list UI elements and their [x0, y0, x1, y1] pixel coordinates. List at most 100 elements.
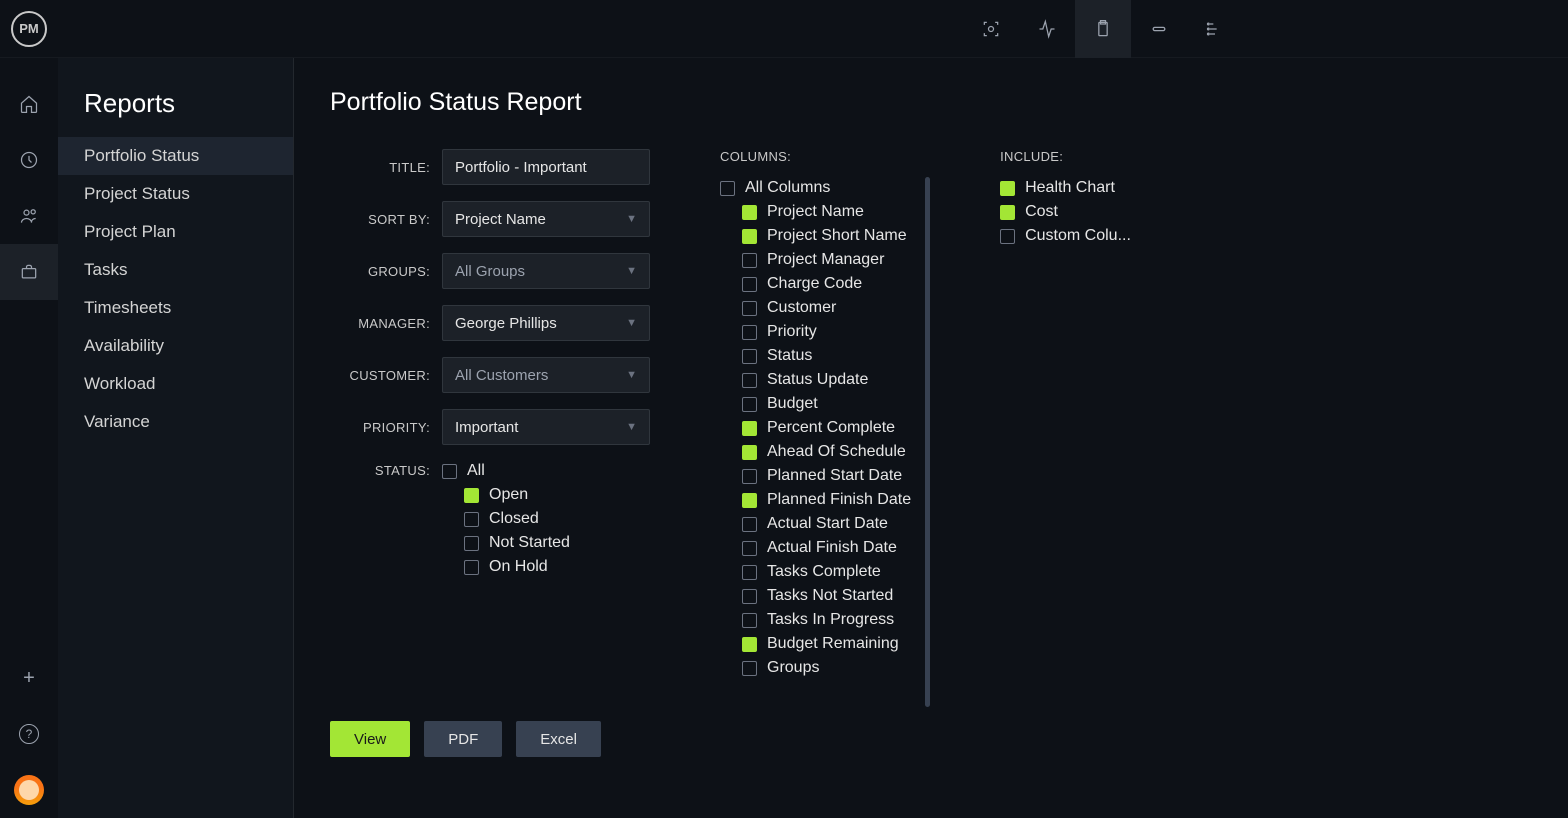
excel-button[interactable]: Excel [516, 721, 601, 757]
checkbox-icon [742, 613, 757, 628]
content: Portfolio Status Report TITLE: Portfolio… [294, 58, 1568, 818]
check-label: Planned Start Date [767, 467, 902, 485]
status-option-on-hold[interactable]: On Hold [464, 557, 650, 577]
include-option-custom-colu-[interactable]: Custom Colu... [1000, 226, 1131, 246]
clipboard-icon[interactable] [1075, 0, 1131, 58]
pdf-button[interactable]: PDF [424, 721, 502, 757]
column-option-project-short-name[interactable]: Project Short Name [742, 226, 911, 246]
scrollbar[interactable] [925, 177, 930, 707]
check-label: Project Short Name [767, 227, 907, 245]
sidebar-item-workload[interactable]: Workload [58, 365, 293, 403]
column-option-groups[interactable]: Groups [742, 658, 911, 678]
check-label: All Columns [745, 179, 830, 197]
top-toolbar [383, 0, 1243, 58]
customer-select[interactable]: All Customers▼ [442, 357, 650, 393]
chevron-down-icon: ▼ [626, 369, 637, 381]
checkbox-icon [742, 589, 757, 604]
column-option-priority[interactable]: Priority [742, 322, 911, 342]
check-label: Percent Complete [767, 419, 895, 437]
status-label: STATUS: [330, 461, 430, 478]
sidebar-title: Reports [58, 88, 293, 137]
home-icon[interactable] [0, 76, 58, 132]
check-label: Open [489, 486, 528, 504]
include-option-cost[interactable]: Cost [1000, 202, 1131, 222]
include-option-health-chart[interactable]: Health Chart [1000, 178, 1131, 198]
column-option-budget-remaining[interactable]: Budget Remaining [742, 634, 911, 654]
column-option-ahead-of-schedule[interactable]: Ahead Of Schedule [742, 442, 911, 462]
checkbox-icon [742, 205, 757, 220]
checkbox-icon [742, 349, 757, 364]
status-option-closed[interactable]: Closed [464, 509, 650, 529]
status-option-not-started[interactable]: Not Started [464, 533, 650, 553]
chevron-down-icon: ▼ [626, 317, 637, 329]
column-option-customer[interactable]: Customer [742, 298, 911, 318]
status-option-all[interactable]: All [442, 461, 650, 481]
column-option-planned-finish-date[interactable]: Planned Finish Date [742, 490, 911, 510]
help-icon[interactable]: ? [0, 706, 58, 762]
column-option-charge-code[interactable]: Charge Code [742, 274, 911, 294]
manager-select[interactable]: George Phillips▼ [442, 305, 650, 341]
column-option-project-manager[interactable]: Project Manager [742, 250, 911, 270]
title-input[interactable]: Portfolio - Important [442, 149, 650, 185]
column-option-budget[interactable]: Budget [742, 394, 911, 414]
sidebar-item-project-plan[interactable]: Project Plan [58, 213, 293, 251]
checkbox-icon [742, 541, 757, 556]
sidebar-item-timesheets[interactable]: Timesheets [58, 289, 293, 327]
clock-icon[interactable] [0, 132, 58, 188]
column-option-status[interactable]: Status [742, 346, 911, 366]
column-option-actual-finish-date[interactable]: Actual Finish Date [742, 538, 911, 558]
check-label: Budget [767, 395, 818, 413]
column-option-actual-start-date[interactable]: Actual Start Date [742, 514, 911, 534]
column-option-project-name[interactable]: Project Name [742, 202, 911, 222]
column-option-tasks-in-progress[interactable]: Tasks In Progress [742, 610, 911, 630]
scan-icon[interactable] [963, 0, 1019, 58]
check-label: On Hold [489, 558, 548, 576]
check-label: Charge Code [767, 275, 862, 293]
check-label: Priority [767, 323, 817, 341]
status-option-open[interactable]: Open [464, 485, 650, 505]
check-label: Customer [767, 299, 836, 317]
logo[interactable]: PM [0, 0, 58, 58]
column-option-status-update[interactable]: Status Update [742, 370, 911, 390]
check-label: Not Started [489, 534, 570, 552]
checkbox-icon [742, 469, 757, 484]
include-header: INCLUDE: [1000, 149, 1131, 164]
check-label: Ahead Of Schedule [767, 443, 906, 461]
priority-select[interactable]: Important▼ [442, 409, 650, 445]
sort-label: SORT BY: [330, 212, 430, 227]
checkbox-icon [742, 277, 757, 292]
column-option-tasks-not-started[interactable]: Tasks Not Started [742, 586, 911, 606]
check-label: Project Name [767, 203, 864, 221]
check-label: Closed [489, 510, 539, 528]
checkbox-icon [464, 512, 479, 527]
view-button[interactable]: View [330, 721, 410, 757]
column-option-tasks-complete[interactable]: Tasks Complete [742, 562, 911, 582]
sidebar-item-variance[interactable]: Variance [58, 403, 293, 441]
add-icon[interactable]: + [0, 650, 58, 706]
checkbox-icon [742, 325, 757, 340]
sidebar-item-project-status[interactable]: Project Status [58, 175, 293, 213]
groups-label: GROUPS: [330, 264, 430, 279]
column-option-planned-start-date[interactable]: Planned Start Date [742, 466, 911, 486]
checkbox-icon [1000, 181, 1015, 196]
check-label: Groups [767, 659, 819, 677]
attachment-icon[interactable] [1131, 0, 1187, 58]
sidebar-item-tasks[interactable]: Tasks [58, 251, 293, 289]
avatar[interactable] [0, 762, 58, 818]
briefcase-icon[interactable] [0, 244, 58, 300]
column-option-percent-complete[interactable]: Percent Complete [742, 418, 911, 438]
sidebar-item-portfolio-status[interactable]: Portfolio Status [58, 137, 293, 175]
sort-select[interactable]: Project Name▼ [442, 201, 650, 237]
users-icon[interactable] [0, 188, 58, 244]
sidebar-item-availability[interactable]: Availability [58, 327, 293, 365]
activity-icon[interactable] [1019, 0, 1075, 58]
check-label: Tasks Complete [767, 563, 881, 581]
action-buttons: View PDF Excel [330, 721, 650, 757]
chevron-down-icon: ▼ [626, 421, 637, 433]
checkbox-icon [464, 488, 479, 503]
column-option-all-columns[interactable]: All Columns [720, 178, 911, 198]
columns-header: COLUMNS: [720, 149, 911, 164]
flow-icon[interactable] [1187, 0, 1243, 58]
groups-select[interactable]: All Groups▼ [442, 253, 650, 289]
checkbox-icon [742, 493, 757, 508]
